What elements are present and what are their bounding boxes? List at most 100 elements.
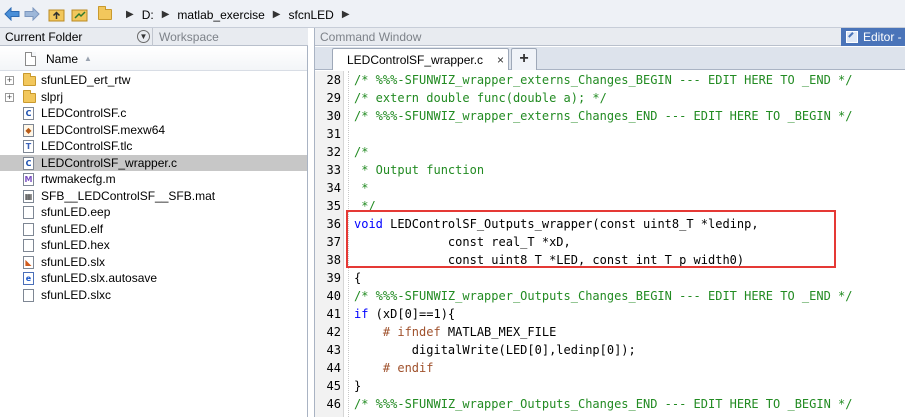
expand-icon[interactable]: + — [5, 76, 14, 85]
code-token: MATLAB_MEX_FILE — [440, 325, 557, 339]
breadcrumb-item-matlab-exercise[interactable]: matlab_exercise — [177, 8, 264, 22]
code-keyword: void — [354, 217, 383, 231]
code-line[interactable]: 42 # ifndef MATLAB_MEX_FILE — [315, 323, 905, 341]
code-line[interactable]: 39 { — [315, 269, 905, 287]
code-editor[interactable]: 28 /* %%%-SFUNWIZ_wrapper_externs_Changes… — [315, 71, 905, 417]
m-file-icon: M — [23, 173, 34, 186]
code-token: LEDControlSF_Outputs_wrapper(const uint8… — [382, 217, 759, 231]
tab-workspace[interactable]: Workspace — [152, 28, 308, 46]
line-number: 38 — [326, 253, 341, 267]
file-row[interactable]: + slprj — [0, 89, 307, 106]
file-row[interactable]: Mrtwmakecfg.m — [0, 171, 307, 188]
code-line[interactable]: 34 * — [315, 179, 905, 197]
file-row[interactable]: ◆ LEDControlSF.mexw64 — [0, 122, 307, 139]
line-number: 31 — [326, 127, 341, 141]
code-line[interactable]: 29 /* extern double func(double a); */ — [315, 89, 905, 107]
code-line[interactable]: 38 const uint8_T *LED, const int_T p_wid… — [315, 251, 905, 269]
line-number: 30 — [326, 109, 341, 123]
code-text: # endif — [354, 359, 434, 377]
forward-arrow-icon[interactable] — [23, 5, 41, 23]
tab-command-window[interactable]: Command Window — [320, 28, 421, 46]
file-list: + sfunLED_ert_rtw + slprj C LEDControlSF.c ◆ LE… — [0, 72, 307, 303]
file-row[interactable]: e sfunLED.slx.autosave — [0, 270, 307, 287]
file-row[interactable]: + sfunLED_ert_rtw — [0, 72, 307, 89]
code-line[interactable]: 37 const real_T *xD, — [315, 233, 905, 251]
code-line[interactable]: 35 */ — [315, 197, 905, 215]
code-preprocessor: # endif — [354, 361, 434, 375]
code-line[interactable]: 32 /* — [315, 143, 905, 161]
code-comment: * Output function — [354, 163, 485, 177]
line-number: 44 — [326, 361, 341, 375]
code-text: digitalWrite(LED[0],ledinp[0]); — [354, 341, 636, 359]
code-comment: */ — [354, 199, 376, 213]
chevron-right-icon[interactable]: ▶ — [342, 9, 350, 20]
close-icon[interactable]: × — [497, 53, 504, 67]
chevron-right-icon[interactable]: ▶ — [162, 9, 170, 20]
sort-ascending-icon: ▲ — [84, 54, 92, 63]
code-line[interactable]: 45} — [315, 377, 905, 395]
chevron-right-icon[interactable]: ▶ — [273, 9, 281, 20]
editor-file-tabs: LEDControlSF_wrapper.c × + — [315, 47, 905, 70]
file-row[interactable]: T LEDControlSF.tlc — [0, 138, 307, 155]
chevron-right-icon[interactable]: ▶ — [126, 9, 134, 20]
browse-folder-icon[interactable] — [70, 5, 88, 23]
code-token: (xD[0]==1){ — [368, 307, 456, 321]
code-line[interactable]: 31 — [315, 125, 905, 143]
file-row[interactable]: ◣ sfunLED.slx — [0, 254, 307, 271]
up-folder-icon[interactable] — [47, 5, 65, 23]
editor-icon — [846, 31, 858, 43]
code-token: const real_T *xD, — [354, 235, 571, 249]
code-text: /* extern double func(double a); */ — [354, 89, 607, 107]
tab-current-folder[interactable]: Current Folder ▼ — [0, 28, 152, 46]
code-text: /* %%%-SFUNWIZ_wrapper_Outputs_Changes_B… — [354, 287, 853, 305]
tab-editor[interactable]: Editor - — [841, 28, 905, 46]
line-number: 37 — [326, 235, 341, 249]
code-line[interactable]: 46 /* %%%-SFUNWIZ_wrapper_Outputs_Changes… — [315, 395, 905, 413]
breadcrumb-item-sfcnled[interactable]: sfcnLED — [288, 8, 333, 22]
file-row[interactable]: ▦ SFB__LEDControlSF__SFB.mat — [0, 188, 307, 205]
name-column-header[interactable]: Name ▲ — [0, 47, 307, 71]
breadcrumb-item-drive[interactable]: D: — [142, 8, 154, 22]
file-name: sfunLED.slx — [41, 254, 106, 269]
file-row[interactable]: sfunLED.eep — [0, 204, 307, 221]
file-row[interactable]: sfunLED.elf — [0, 221, 307, 238]
line-number: 39 — [326, 271, 341, 285]
panel-menu-icon[interactable]: ▼ — [137, 30, 150, 43]
code-line[interactable]: 40 /* %%%-SFUNWIZ_wrapper_Outputs_Changes… — [315, 287, 905, 305]
editor-panel: Command Window Editor - LEDControlSF_wra… — [314, 28, 905, 417]
code-line[interactable]: 43 digitalWrite(LED[0],ledinp[0]); — [315, 341, 905, 359]
right-panel-tabs: Command Window Editor - — [315, 28, 905, 46]
code-text: /* %%%-SFUNWIZ_wrapper_externs_Changes_B… — [354, 71, 853, 89]
back-arrow-icon[interactable] — [3, 5, 21, 23]
file-icon — [23, 239, 34, 252]
expand-icon[interactable]: + — [5, 92, 14, 102]
line-number: 43 — [326, 343, 341, 357]
file-row[interactable]: sfunLED.hex — [0, 237, 307, 254]
line-number: 36 — [326, 217, 341, 231]
line-number: 35 — [326, 199, 341, 213]
file-icon — [23, 206, 34, 219]
code-line[interactable]: 33 * Output function — [315, 161, 905, 179]
file-name: sfunLED.elf — [41, 221, 104, 236]
code-comment: /* %%%-SFUNWIZ_wrapper_externs_Changes_E… — [354, 109, 853, 123]
code-line[interactable]: 28 /* %%%-SFUNWIZ_wrapper_externs_Changes… — [315, 71, 905, 89]
file-row[interactable]: C LEDControlSF.c — [0, 105, 307, 122]
code-line[interactable]: 44 # endif — [315, 359, 905, 377]
folder-icon — [23, 89, 36, 106]
file-row[interactable]: sfunLED.slxc — [0, 287, 307, 304]
code-line[interactable]: 30 /* %%%-SFUNWIZ_wrapper_externs_Changes… — [315, 107, 905, 125]
left-panel-tabs: Current Folder ▼ Workspace — [0, 28, 308, 46]
file-name: SFB__LEDControlSF__SFB.mat — [41, 188, 216, 203]
line-number: 28 — [326, 73, 341, 87]
code-keyword: if — [354, 307, 369, 321]
file-tab-ledcontrolsf-wrapper[interactable]: LEDControlSF_wrapper.c × — [332, 48, 509, 70]
code-line[interactable]: 36 void LEDControlSF_Outputs_wrapper(cons… — [315, 215, 905, 233]
new-tab-button[interactable]: + — [511, 48, 537, 70]
code-line[interactable]: 41 if (xD[0]==1){ — [315, 305, 905, 323]
code-text: const real_T *xD, — [354, 233, 571, 251]
file-row[interactable]: C LEDControlSF_wrapper.c — [0, 154, 307, 171]
mat-file-icon: ▦ — [23, 189, 34, 203]
file-name: sfunLED_ert_rtw — [41, 73, 131, 87]
file-name: LEDControlSF.mexw64 — [41, 122, 166, 137]
c-file-icon: C — [23, 107, 34, 120]
